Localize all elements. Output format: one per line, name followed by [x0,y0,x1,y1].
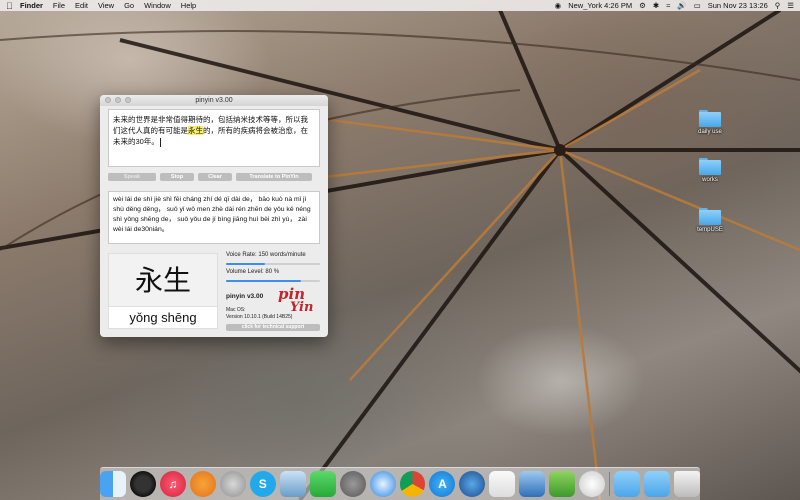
pinyin-app-icon[interactable] [579,471,606,497]
os-label: Mac OS: [226,307,246,313]
dock-separator [609,472,611,496]
google-earth-icon[interactable] [459,471,486,497]
dock: ♫ S A [99,467,701,500]
close-window-button[interactable] [105,97,111,103]
apple-menu-icon[interactable]:  [6,1,14,11]
os-version: Version 10.10.1 (Build 14B25) [226,314,293,320]
voice-rate-fill [226,263,266,265]
stop-button[interactable]: Stop [160,173,194,181]
safari-icon[interactable] [369,471,396,497]
music-icon[interactable]: ♫ [159,471,186,497]
voice-rate-label: Voice Rate: 150 words/minute [226,252,306,258]
menu-view[interactable]: View [98,1,114,10]
volume-fill [226,280,302,282]
input-text-selection: 永生 [188,126,203,135]
preview-icon[interactable] [279,471,306,497]
menu-window[interactable]: Window [144,1,171,10]
voice-rate-slider[interactable] [226,263,320,265]
folder-icon [699,110,721,127]
folder-label: daily use [698,129,722,135]
launchpad-icon[interactable] [219,471,246,497]
volume-icon[interactable]: 🔊 [677,1,686,10]
xcode-icon[interactable] [519,471,546,497]
desktop-folder-tempuse[interactable]: tempUSE [690,208,730,233]
selection-preview: 永生 yǒng shēng [108,253,218,330]
world-clock-status[interactable]: New_York 4:26 PM [568,1,632,10]
bluetooth-icon[interactable]: ✱ [653,1,659,10]
numbers-icon[interactable] [549,471,576,497]
menu-finder[interactable]: Finder [20,1,43,10]
text-caret [159,137,161,147]
desktop-folder-daily-use[interactable]: daily use [690,110,730,135]
spotlight-search-icon[interactable]: ⚲ [775,1,781,10]
window-titlebar[interactable]: pinyin v3.00 [100,95,328,106]
clear-button[interactable]: Clear [198,173,232,181]
minimize-window-button[interactable] [115,97,121,103]
pinyin-window: pinyin v3.00 未来的世界是非常值得期待的，包括纳米技术等等，所以我们… [100,95,328,337]
pinyin-output[interactable]: wèi lái de shì jiè shì fēi cháng zhí dé … [108,191,320,244]
action-button-row: Speak Stop Clear Translate to PinYin [108,173,320,182]
notification-center-icon[interactable]: ☰ [787,1,794,10]
folder-label: tempUSE [697,227,723,233]
trash-icon[interactable] [674,471,701,497]
settings-panel: Voice Rate: 150 words/minute Volume Leve… [226,252,322,332]
translate-to-pinyin-button[interactable]: Translate to PinYin [236,173,312,181]
wifi-icon[interactable]: ≈ [666,1,670,10]
folder-icon [699,208,721,225]
world-clock-icon[interactable]: ◉ [555,1,562,10]
chinese-text-input[interactable]: 未来的世界是非常值得期待的，包括纳米技术等等，所以我们这代人真的有可能是永生的，… [108,109,320,167]
applications-folder-icon[interactable] [644,471,671,497]
technical-support-button[interactable]: click for technical support [226,324,320,331]
app-store-icon[interactable]: A [429,471,456,497]
downloads-folder-icon[interactable] [614,471,641,497]
textedit-icon[interactable] [489,471,516,497]
menu-go[interactable]: Go [124,1,134,10]
books-icon[interactable] [189,471,216,497]
datetime-status[interactable]: Sun Nov 23 13:26 [708,1,768,10]
finder-icon[interactable] [99,471,126,497]
system-preferences-icon[interactable] [339,471,366,497]
folder-label: works [702,177,718,183]
speak-button[interactable]: Speak [108,173,156,181]
selected-characters: 永生 [108,253,218,307]
selected-pinyin: yǒng shēng [108,307,218,329]
gear-icon[interactable]: ⚙ [639,1,646,10]
chrome-icon[interactable] [399,471,426,497]
folder-icon [699,158,721,175]
dashboard-icon[interactable] [129,471,156,497]
menu-bar:  Finder File Edit View Go Window Help ◉… [0,0,800,11]
menu-edit[interactable]: Edit [75,1,88,10]
battery-icon[interactable]: ▭ [694,1,701,10]
pinyin-logo: pin Yin [278,285,313,313]
app-name-label: pinyin v3.00 [226,293,264,300]
volume-slider[interactable] [226,280,320,282]
logo-text-bottom: Yin [290,300,313,313]
volume-level-label: Volume Level: 80 % [226,269,280,275]
menu-help[interactable]: Help [181,1,196,10]
skype-icon[interactable]: S [249,471,276,497]
menu-file[interactable]: File [53,1,65,10]
zoom-window-button[interactable] [125,97,131,103]
desktop-folder-works[interactable]: works [690,158,730,183]
window-title: pinyin v3.00 [195,97,233,104]
facetime-icon[interactable] [309,471,336,497]
